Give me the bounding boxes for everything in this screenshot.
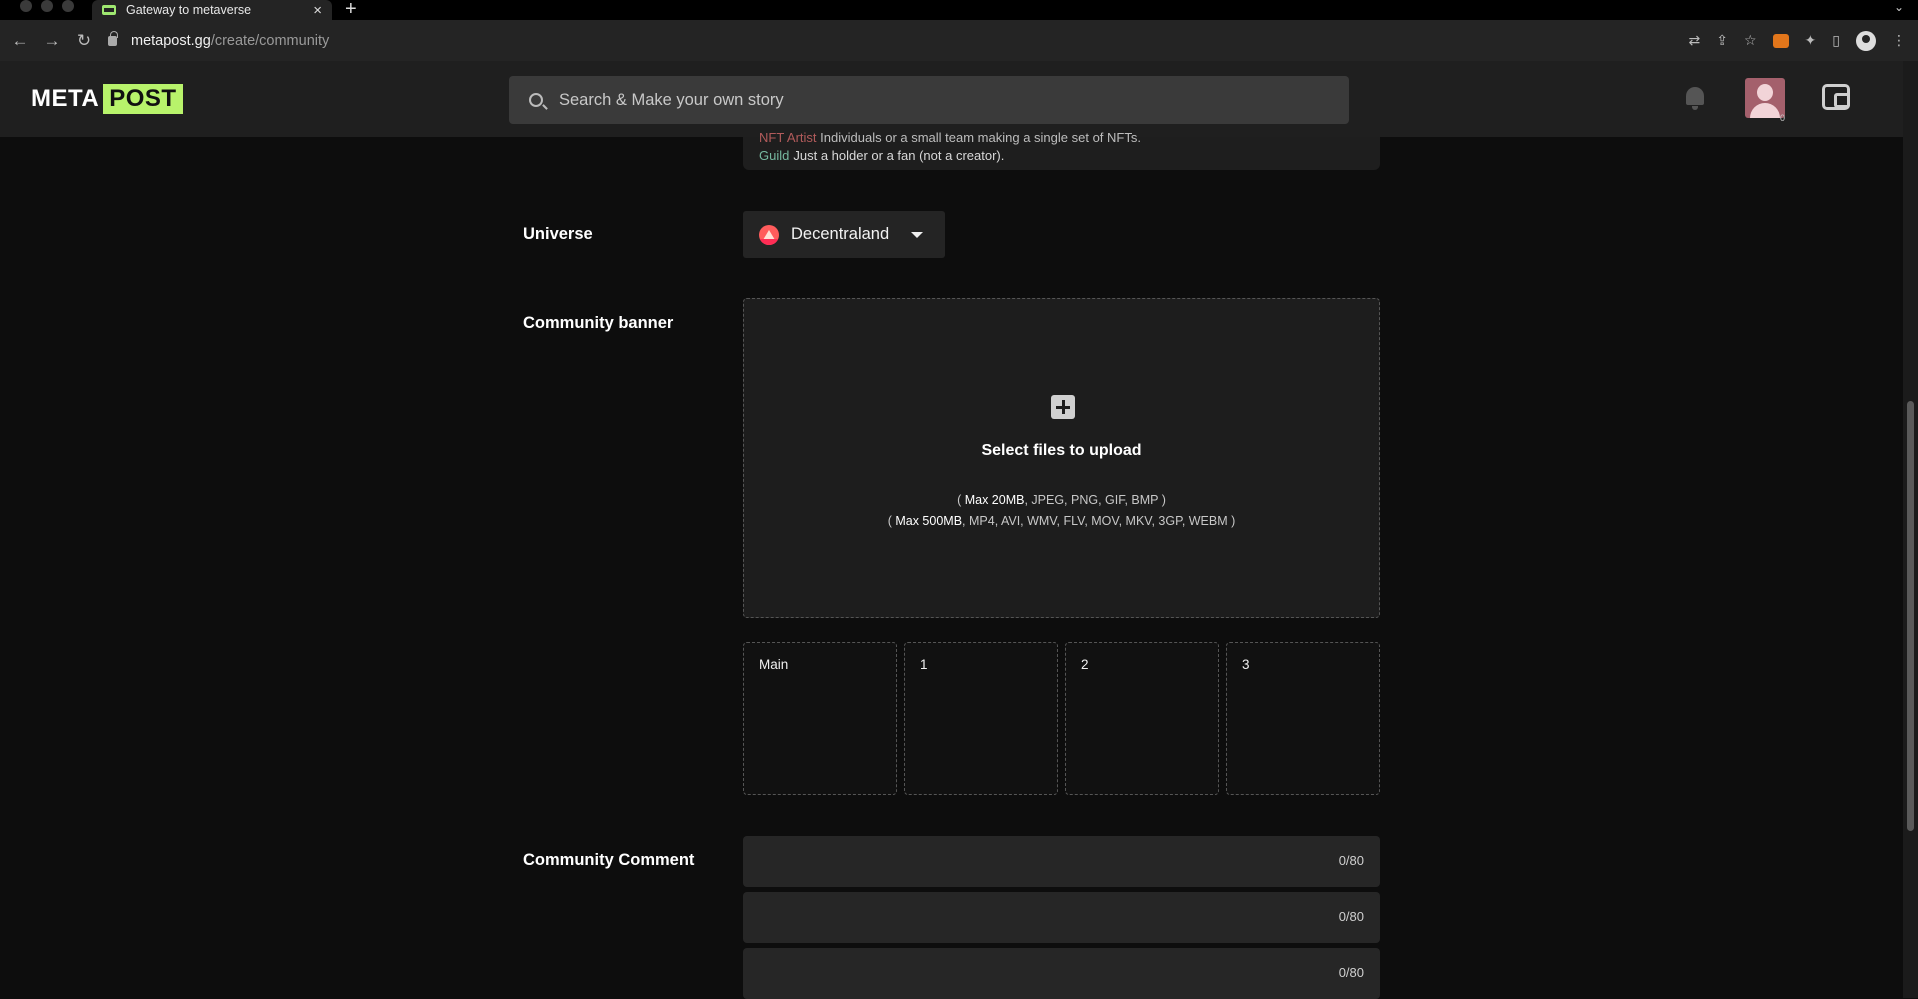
page-scrollbar[interactable] — [1903, 61, 1918, 998]
banner-thumbnail-slots: Main 1 2 3 — [743, 642, 1380, 795]
comment-input[interactable] — [757, 962, 1297, 984]
thumbnail-slot-label: 2 — [1081, 657, 1089, 672]
artist-type-line: NFT Artist Individuals or a small team m… — [759, 130, 1141, 145]
community-type-info: NFT Artist Individuals or a small team m… — [743, 130, 1380, 170]
reload-button[interactable]: ↻ — [68, 31, 100, 51]
artist-type-tag: NFT Artist — [759, 130, 817, 145]
thumbnail-slot-label: 3 — [1242, 657, 1250, 672]
metapost-logo[interactable]: META POST — [31, 84, 183, 114]
char-counter: 0/80 — [1338, 965, 1364, 980]
search-bar[interactable] — [509, 76, 1349, 124]
char-counter: 0/80 — [1338, 909, 1364, 924]
thumbnail-slot-2[interactable]: 2 — [1065, 642, 1219, 795]
notification-bell-icon[interactable] — [1684, 85, 1706, 111]
share-icon[interactable]: ⇪ — [1716, 32, 1728, 49]
comment-input[interactable] — [757, 850, 1297, 872]
universe-selected: Decentraland — [791, 225, 890, 243]
wallet-icon[interactable] — [1822, 84, 1850, 110]
minimize-window-icon[interactable] — [41, 0, 53, 12]
char-counter: 0/80 — [1338, 853, 1364, 868]
search-icon — [529, 93, 543, 107]
site-header: META POST 0 — [0, 61, 1903, 137]
logo-post-text: POST — [103, 84, 183, 114]
favicon-icon — [102, 5, 116, 15]
tab-close-icon[interactable]: × — [313, 2, 322, 19]
lock-icon[interactable] — [108, 30, 118, 46]
new-tab-button[interactable]: + — [345, 0, 357, 21]
community-comment-label: Community Comment — [523, 851, 695, 869]
thumbnail-slot-label: 1 — [920, 657, 928, 672]
tab-search-icon[interactable]: ⌄ — [1894, 0, 1904, 14]
avatar-badge: 0 — [1780, 113, 1786, 123]
image-max-size: Max 20MB — [964, 493, 1025, 507]
thumbnail-slot-3[interactable]: 3 — [1226, 642, 1380, 795]
upload-title: Select files to upload — [981, 442, 1142, 459]
user-avatar[interactable] — [1745, 78, 1785, 118]
url-host: metapost.gg — [131, 32, 211, 49]
browser-tabstrip: Gateway to metaverse × + ⌄ — [0, 0, 1918, 20]
window-controls — [20, 0, 74, 12]
forward-button[interactable]: → — [36, 31, 68, 51]
guild-type-tag: Guild — [759, 148, 790, 163]
extensions-icon[interactable]: ✦ — [1805, 32, 1817, 49]
comment-input[interactable] — [757, 906, 1297, 928]
logo-meta-text: META — [31, 85, 100, 112]
comment-field-2[interactable]: 0/80 — [743, 892, 1380, 943]
metamask-extension-icon[interactable] — [1772, 33, 1789, 48]
chevron-down-icon — [911, 232, 923, 238]
comment-field-3[interactable]: 0/80 — [743, 948, 1380, 999]
video-max-size: Max 500MB — [895, 514, 963, 528]
banner-upload-dropzone[interactable]: Select files to upload ( Max 20MB, JPEG,… — [743, 298, 1380, 618]
universe-dropdown[interactable]: Decentraland — [743, 211, 945, 258]
decentraland-icon — [759, 224, 779, 245]
community-banner-label: Community banner — [523, 314, 674, 332]
url-path: /create/community — [210, 32, 330, 49]
upload-limits: ( Max 20MB, JPEG, PNG, GIF, BMP ) ( Max … — [744, 490, 1379, 532]
back-button[interactable]: ← — [4, 31, 36, 51]
browser-menu-icon[interactable]: ⋮ — [1892, 32, 1906, 49]
profile-icon[interactable] — [1856, 30, 1876, 51]
tab-title: Gateway to metaverse — [126, 3, 252, 17]
universe-label: Universe — [523, 225, 593, 243]
image-limit-line: ( Max 20MB, JPEG, PNG, GIF, BMP ) — [957, 493, 1166, 507]
guild-type-line: Guild Just a holder or a fan (not a creat… — [759, 148, 1004, 163]
video-limit-line: ( Max 500MB, MP4, AVI, WMV, FLV, MOV, MK… — [887, 514, 1236, 528]
side-panel-icon[interactable]: ▯ — [1832, 32, 1840, 49]
maximize-window-icon[interactable] — [62, 0, 74, 12]
video-formats: , MP4, AVI, WMV, FLV, MOV, MKV, 3GP, WEB… — [962, 514, 1236, 528]
close-window-icon[interactable] — [20, 0, 32, 12]
bookmark-star-icon[interactable]: ☆ — [1744, 32, 1757, 49]
scrollbar-thumb[interactable] — [1907, 401, 1914, 831]
thumbnail-slot-1[interactable]: 1 — [904, 642, 1058, 795]
image-formats: , JPEG, PNG, GIF, BMP ) — [1024, 493, 1166, 507]
add-file-icon — [1051, 395, 1075, 419]
guild-type-desc: Just a holder or a fan (not a creator). — [793, 148, 1005, 163]
thumbnail-slot-main[interactable]: Main — [743, 642, 897, 795]
thumbnail-slot-label: Main — [759, 657, 789, 672]
address-bar[interactable]: metapost.gg/create/community — [108, 24, 1608, 57]
browser-tab[interactable]: Gateway to metaverse × — [92, 0, 332, 20]
artist-type-desc: Individuals or a small team making a sin… — [820, 130, 1141, 145]
translate-icon[interactable]: ⇄ — [1689, 32, 1701, 49]
browser-toolbar: ← → ↻ metapost.gg/create/community ⇄ ⇪ ☆… — [0, 20, 1918, 61]
comment-field-1[interactable]: 0/80 — [743, 836, 1380, 887]
search-input[interactable] — [557, 89, 1317, 111]
toolbar-icons: ⇄ ⇪ ☆ ✦ ▯ ⋮ — [1689, 20, 1906, 61]
